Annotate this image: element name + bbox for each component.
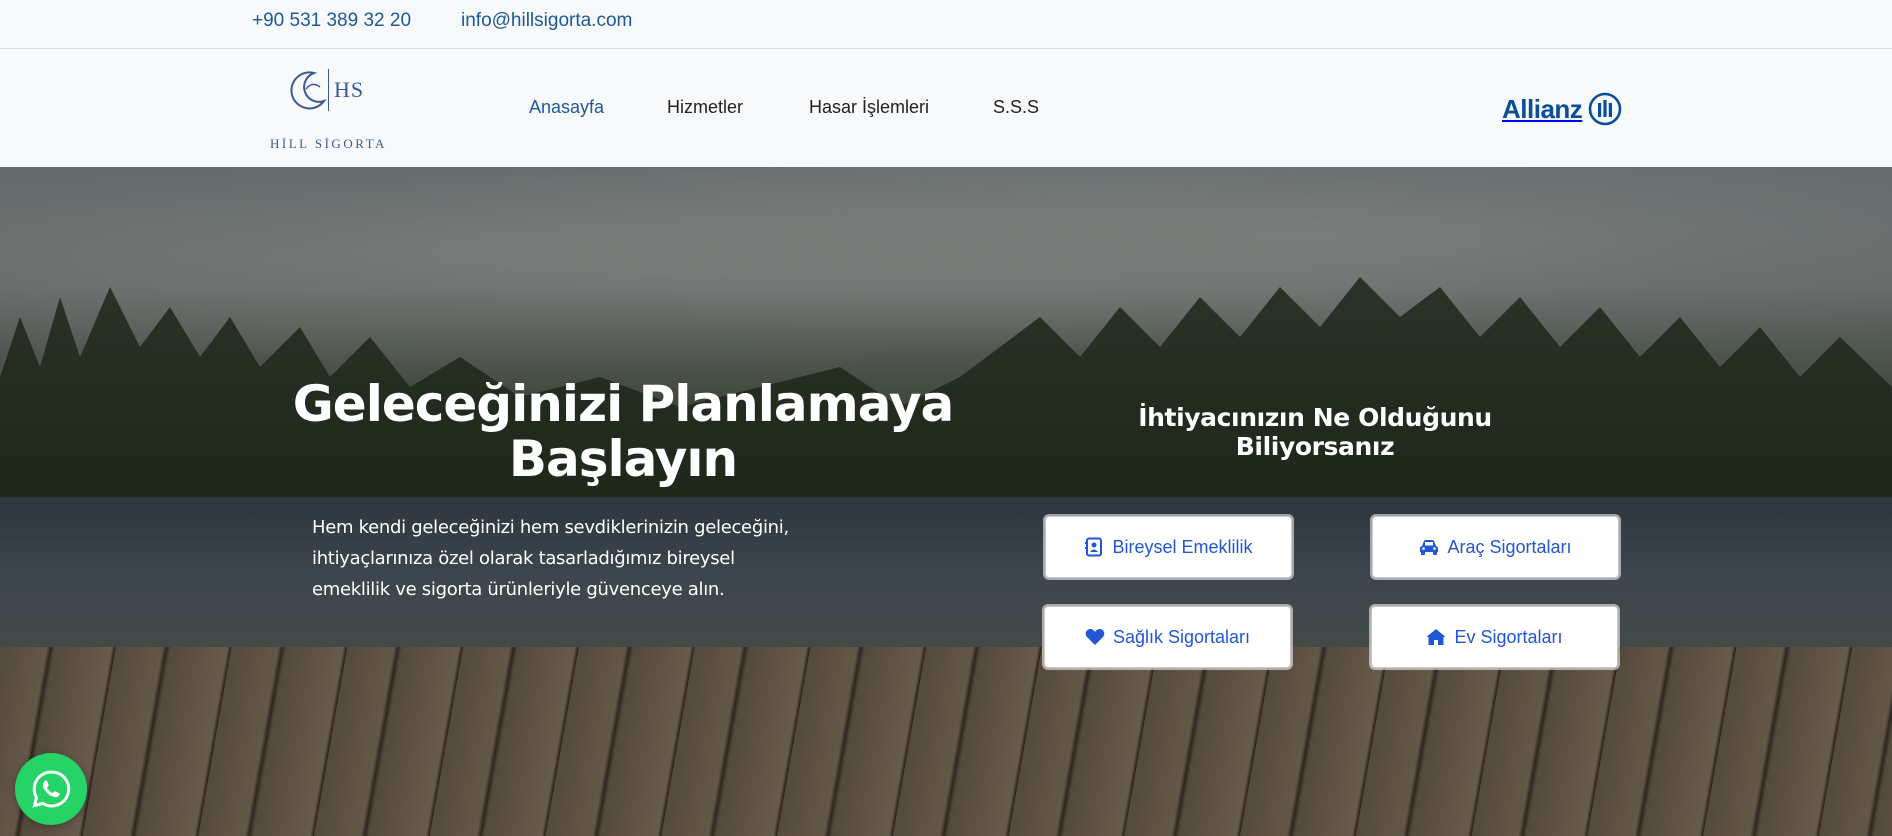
car-icon (1420, 540, 1439, 555)
home-insurance-label: Ev Sigortaları (1454, 626, 1563, 647)
health-insurance-label: Sağlık Sigortaları (1112, 626, 1251, 647)
vehicle-insurance-label: Araç Sigortaları (1447, 536, 1572, 557)
hero-overlay (0, 167, 1892, 836)
hero-title: Geleceğinizi Planlamaya Başlayın (292, 375, 955, 488)
whatsapp-icon (32, 770, 71, 808)
site-logo[interactable]: HS HİLL SİGORTA (268, 67, 388, 151)
email-link[interactable]: info@hillsigorta.com (461, 10, 632, 32)
heart-icon (1085, 628, 1105, 645)
nav-item-faq[interactable]: S.S.S (993, 97, 1039, 118)
nav-item-services[interactable]: Hizmetler (667, 97, 743, 118)
health-insurance-button[interactable]: Sağlık Sigortaları (1044, 606, 1291, 668)
whatsapp-chat-button[interactable] (15, 753, 87, 825)
home-icon (1426, 629, 1446, 645)
logo-mark-text: HS (334, 77, 365, 102)
home-insurance-button[interactable]: Ev Sigortaları (1371, 606, 1618, 668)
logo-divider (328, 69, 329, 111)
individual-pension-button[interactable]: Bireysel Emeklilik (1045, 516, 1292, 578)
crescent-logo-icon (290, 71, 327, 110)
main-navbar: HS HİLL SİGORTA Anasayfa Hizmetler Hasar… (0, 49, 1892, 167)
address-book-icon (1085, 537, 1103, 557)
logo-name-text: HİLL SİGORTA (270, 136, 387, 151)
allianz-logo-text: Allianz (1502, 93, 1583, 124)
hero-description: Hem kendi geleceğinizi hem sevdikleriniz… (312, 517, 789, 600)
nav-item-home[interactable]: Anasayfa (529, 97, 604, 118)
top-contact-bar: +90 531 389 32 20 info@hillsigorta.com (0, 0, 1892, 49)
individual-pension-label: Bireysel Emeklilik (1112, 536, 1253, 557)
phone-link[interactable]: +90 531 389 32 20 (252, 10, 411, 32)
hero-question: İhtiyacınızın Ne Olduğunu Biliyorsanız (1138, 403, 1492, 461)
allianz-partner-logo[interactable]: Allianz (1502, 91, 1622, 127)
allianz-eagle-icon (1588, 92, 1622, 126)
hero-section: Geleceğinizi Planlamaya Başlayın Hem ken… (0, 167, 1892, 836)
nav-item-claims[interactable]: Hasar İşlemleri (809, 97, 929, 118)
vehicle-insurance-button[interactable]: Araç Sigortaları (1372, 516, 1619, 578)
